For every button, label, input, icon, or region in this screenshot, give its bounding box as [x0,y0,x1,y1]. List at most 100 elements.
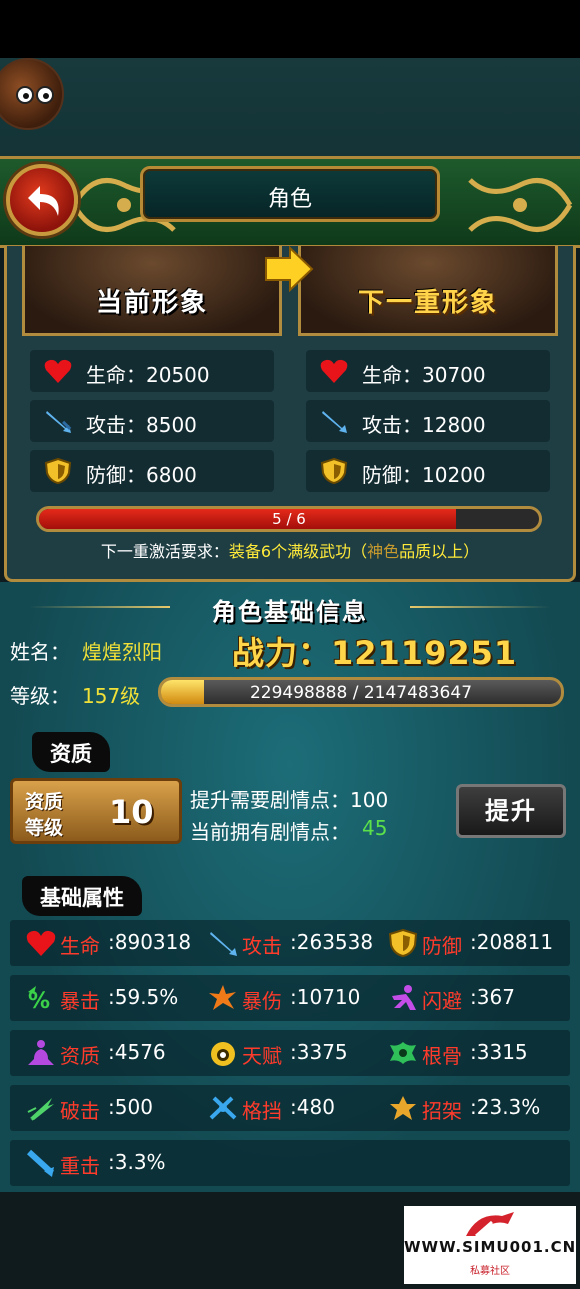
level-label: 等级： [10,684,70,708]
current-appearance-label: 当前形象 [95,288,208,318]
crit-damage-icon [209,985,236,1010]
back-arrow-icon [28,186,59,216]
avatar-eye-icon [16,86,34,104]
attr-name: 防御 [422,934,462,958]
next-appearance[interactable]: 下一重形象 [298,246,558,336]
attr-value: :59.5% [108,985,179,1009]
level-value: 157级 [82,684,141,708]
attr-value: :480 [290,1095,335,1119]
activation-progress-text: 5 / 6 [272,510,306,528]
parry-icon [390,1096,416,1120]
attr-name: 根骨 [422,1044,462,1068]
current-attack-row: 攻击：8500 [30,400,274,442]
attribute-row: 资质 :4576 天赋 :3375 根骨 :3315 [10,1030,570,1076]
next-attack-text: 攻击：12800 [362,413,486,437]
sword-icon [322,411,347,433]
aptitude-box-line2: 等级 [25,817,64,839]
next-arrow-icon [265,246,314,292]
next-defense-row: 防御：10200 [306,450,550,492]
upgrade-button[interactable]: 提升 [456,784,566,838]
meditation-icon [28,1040,54,1065]
attr-value: :4576 [108,1040,166,1064]
attribute-row: 破击 :500 格挡 :480 招架 :23.3% [10,1085,570,1131]
heart-icon [320,359,348,383]
watermark-text: WWW.SIMU001.CN [404,1238,577,1256]
current-hp-text: 生命：20500 [86,363,210,387]
attr-value: :263538 [290,930,374,954]
sword-icon [210,932,237,956]
current-hp-row: 生命：20500 [30,350,274,392]
dodge-icon [392,985,416,1010]
attribute-row: 重击 :3.3% [10,1140,570,1186]
experience-bar: 229498888 / 2147483647 [158,677,564,707]
aptitude-level-box: 资质 等级 10 [10,778,182,844]
owned-points-value: 45 [362,816,388,840]
current-defense-text: 防御：6800 [86,463,197,487]
attr-name: 天赋 [242,1044,282,1068]
name-value: 煌煌烈阳 [82,640,162,664]
attr-name: 格挡 [242,1099,282,1123]
name-label: 姓名： [10,640,70,664]
shield-icon [388,929,418,957]
next-hp-text: 生命：30700 [362,363,486,387]
shield-icon [44,458,72,484]
shield-icon [320,458,348,484]
heavy-strike-icon [26,1149,55,1177]
bone-icon [390,1042,416,1064]
back-button[interactable] [6,164,78,236]
attr-name: 重击 [60,1154,100,1178]
aptitude-level-value: 10 [109,793,154,831]
avatar-eye-icon [36,86,54,104]
attr-name: 攻击 [242,934,282,958]
attr-value: :23.3% [470,1095,541,1119]
attr-name: 闪避 [422,989,462,1013]
ornament-right-icon [468,178,573,232]
site-watermark: WWW.SIMU001.CN 私募社区 [404,1206,576,1284]
owned-points-label: 当前拥有剧情点： [190,820,350,844]
attributes-section-tag: 基础属性 [22,876,142,916]
attr-name: 暴伤 [242,989,282,1013]
requirement-quality: 神色 [367,542,400,561]
upgrade-cost-text: 提升需要剧情点：100 [190,788,389,812]
attr-name: 招架 [422,1099,462,1123]
aptitude-section-tag: 资质 [32,732,110,772]
talent-icon [211,1042,235,1066]
next-attack-row: 攻击：12800 [306,400,550,442]
next-appearance-label: 下一重形象 [357,288,498,318]
attr-value: :3.3% [108,1150,166,1174]
attr-value: :208811 [470,930,554,954]
attribute-row: % 暴击 :59.5% 暴伤 :10710 闪避 :367 [10,975,570,1021]
current-defense-row: 防御：6800 [30,450,274,492]
game-screen: 角色 当前形象 下一重形象 生命：20500 攻击：8500 防御：6800 生… [0,0,580,1289]
attr-value: :3315 [470,1040,528,1064]
break-icon [27,1098,54,1121]
attr-name: 资质 [60,1044,100,1068]
heart-icon [26,930,56,956]
attribute-row: 生命 :890318 攻击 :263538 防御 :208811 [10,920,570,966]
title-plate: 角色 [140,166,440,222]
heart-icon [44,359,72,383]
activation-requirement: 下一重激活要求：装备6个满级武功（神色品质以上） [0,538,580,562]
attr-name: 暴击 [60,989,100,1013]
block-icon [209,1096,237,1120]
requirement-prefix: 下一重激活要求： [100,542,229,561]
attr-name: 生命 [60,934,100,958]
watermark-subtext: 私募社区 [470,1266,510,1277]
requirement-suffix: 品质以上） [399,542,480,561]
next-hp-row: 生命：30700 [306,350,550,392]
combat-power: 战力：12119251 [232,634,518,672]
attr-value: :890318 [108,930,192,954]
page-title: 角色 [267,187,312,212]
sword-icon [46,411,72,433]
attr-name: 破击 [60,1099,100,1123]
attr-value: :500 [108,1095,153,1119]
requirement-main: 装备6个满级武功（ [228,542,368,561]
watermark-logo-icon [466,1212,514,1238]
crit-icon: % [28,986,50,1012]
activation-progress-bar: 5 / 6 [36,506,542,532]
attr-value: :10710 [290,985,361,1009]
attr-value: :367 [470,985,515,1009]
experience-text: 229498888 / 2147483647 [249,683,473,703]
next-defense-text: 防御：10200 [362,463,486,487]
current-appearance[interactable]: 当前形象 [22,246,282,336]
